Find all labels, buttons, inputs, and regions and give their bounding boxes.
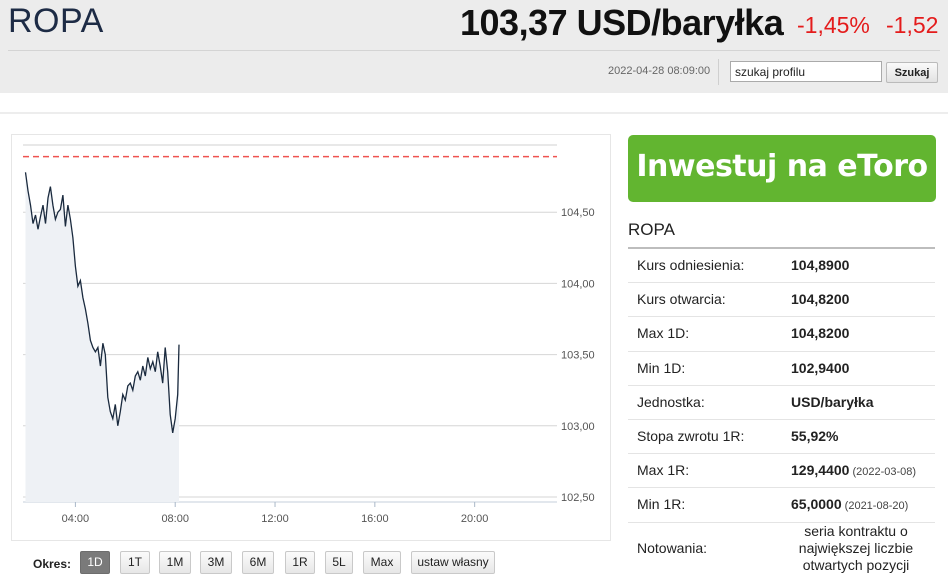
details-label: Kurs otwarcia: — [637, 291, 726, 308]
price-area-fill — [25, 172, 179, 503]
y-tick-label: 103,50 — [561, 350, 595, 362]
header-divider — [8, 50, 940, 51]
details-value: USD/baryłka — [791, 394, 873, 410]
details-row: Min 1R: 65,0000 (2021-08-20) — [628, 488, 935, 523]
details-label: Jednostka: — [637, 393, 705, 410]
details-row-notowania: Notowania: seria kontraktu o największej … — [628, 523, 935, 583]
profile-search-input[interactable] — [730, 61, 882, 82]
details-value-text: 102,9400 — [791, 359, 850, 376]
price-chart-panel[interactable]: 104,50 104,00 103,50 103,00 102,50 04:00 08:0… — [11, 134, 611, 541]
details-value: 65,0000 (2021-08-20) — [791, 496, 908, 512]
quote-timestamp: 2022-04-28 08:09:00 — [608, 65, 711, 77]
details-value-date: (2022-03-08) — [849, 466, 917, 479]
x-tick-label: 08:00 — [161, 513, 189, 525]
range-label: Okres: — [33, 557, 72, 571]
details-label: Max 1R: — [637, 462, 690, 479]
instrument-name: ROPA — [8, 2, 104, 40]
details-value: 104,8900 — [791, 257, 849, 273]
y-tick-label: 102,50 — [561, 492, 595, 504]
details-value-notowania: seria kontraktu o największej liczbie ot… — [798, 522, 914, 573]
header-separator — [718, 59, 719, 85]
details-row: Max 1R: 129,4400 (2022-03-08) — [628, 454, 935, 489]
details-value-date: (2021-08-20) — [841, 500, 909, 513]
range-button-1r[interactable]: 1R — [285, 551, 315, 574]
range-button-1t[interactable]: 1T — [120, 551, 150, 574]
range-button-max[interactable]: Max — [363, 551, 401, 574]
details-row: Min 1D: 102,9400 — [628, 352, 935, 386]
range-button-5l[interactable]: 5L — [325, 551, 353, 574]
price-chart[interactable]: 104,50 104,00 103,50 103,00 102,50 04:00 08:0… — [12, 135, 612, 542]
x-tick-label: 04:00 — [62, 513, 90, 525]
details-value-text: 129,4400 — [791, 462, 850, 479]
details-value-text: 65,0000 — [791, 496, 842, 513]
change-absolute: -1,52 — [886, 12, 939, 38]
details-label: Stopa zwrotu 1R: — [637, 428, 745, 444]
details-label: Max 1D: — [637, 325, 690, 342]
change-percent: -1,45% — [797, 12, 870, 38]
details-label: Min 1R: — [637, 496, 686, 513]
x-tick-label: 12:00 — [261, 513, 289, 525]
x-tick-label: 16:00 — [361, 513, 389, 525]
y-tick-label: 104,50 — [561, 207, 595, 219]
details-label: Min 1D: — [637, 359, 686, 376]
details-label: Kurs odniesienia: — [637, 257, 745, 273]
range-button-3m[interactable]: 3M — [200, 551, 232, 574]
last-price: 103,37 USD/baryłka — [460, 2, 784, 43]
x-tick-label: 20:00 — [461, 513, 489, 525]
details-row: Jednostka: USD/baryłka — [628, 386, 935, 420]
range-button-1d[interactable]: 1D — [80, 551, 110, 574]
details-row: Kurs otwarcia: 104,8200 — [628, 283, 935, 318]
details-value: 104,8200 — [791, 291, 849, 307]
range-button-6m[interactable]: 6M — [242, 551, 274, 574]
details-label: Notowania: — [637, 539, 708, 556]
details-row: Kurs odniesienia: 104,8900 — [628, 249, 935, 284]
section-divider — [0, 112, 948, 114]
details-value: 129,4400 (2022-03-08) — [791, 462, 916, 478]
details-value-text: 104,8200 — [791, 291, 850, 308]
details-value: 104,8200 — [791, 325, 849, 341]
details-value: 102,9400 — [791, 360, 849, 376]
details-value: 55,92% — [791, 428, 838, 444]
details-row: Stopa zwrotu 1R: 55,92% — [628, 420, 935, 455]
details-value-text: 104,8900 — [791, 257, 850, 273]
search-button[interactable]: Szukaj — [886, 62, 938, 83]
details-title: ROPA — [628, 220, 675, 239]
etoro-invest-button[interactable]: Inwestuj na eToro — [628, 135, 936, 202]
range-button-1m[interactable]: 1M — [159, 551, 191, 574]
y-tick-label: 104,00 — [561, 278, 595, 290]
details-value-text: USD/baryłka — [791, 393, 874, 410]
details-value-text: 55,92% — [791, 428, 839, 444]
y-tick-label: 103,00 — [561, 421, 595, 433]
details-value-text: 104,8200 — [791, 325, 850, 342]
range-button-ustaw-własny[interactable]: ustaw własny — [411, 551, 495, 574]
quote-header: ROPA 103,37 USD/baryłka -1,45% -1,52 202… — [0, 0, 948, 93]
details-row: Max 1D: 104,8200 — [628, 317, 935, 352]
